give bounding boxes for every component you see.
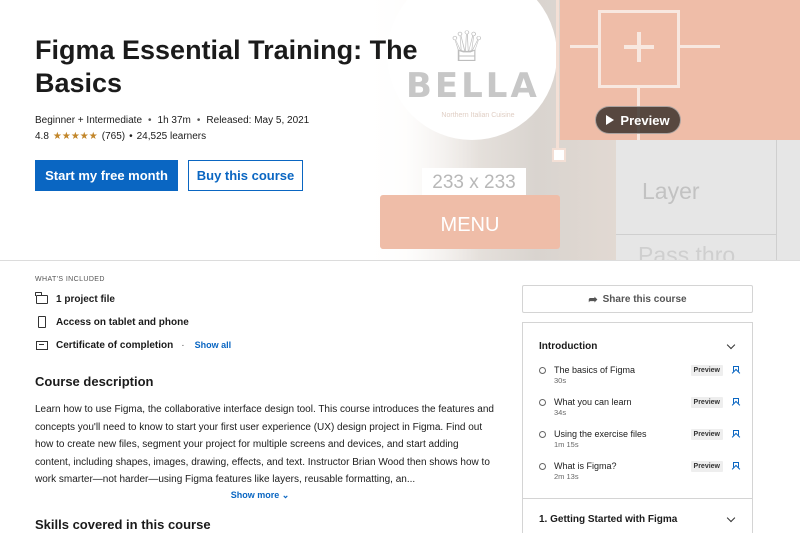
start-free-month-button[interactable]: Start my free month <box>35 160 178 191</box>
art-menu-button: MENU <box>380 195 560 249</box>
star-rating-icon: ★★★★★ <box>52 131 98 142</box>
lesson-status-icon <box>539 463 546 470</box>
lesson-duration: 2m 13s <box>554 472 579 481</box>
course-level: Beginner + Intermediate <box>35 115 143 126</box>
toc-section-introduction[interactable]: Introduction <box>539 340 737 352</box>
art-resize-handle <box>552 148 566 162</box>
course-duration: 1h 37m <box>157 115 191 126</box>
lesson-item[interactable]: What you can learn 34s Preview <box>539 397 739 429</box>
share-course-button[interactable]: ➦ Share this course <box>522 285 753 313</box>
folder-icon <box>35 291 48 304</box>
art-line <box>570 45 598 48</box>
included-item-label: Certificate of completion <box>56 339 174 351</box>
whats-included-label: WHAT'S INCLUDED <box>35 276 105 283</box>
skills-heading: Skills covered in this course <box>35 516 211 532</box>
course-description-heading: Course description <box>35 374 154 389</box>
bookmark-icon[interactable] <box>733 398 739 406</box>
bookmark-icon[interactable] <box>733 430 739 438</box>
course-released: Released: May 5, 2021 <box>206 115 310 126</box>
lesson-title: What is Figma? <box>554 461 617 471</box>
lesson-title: The basics of Figma <box>554 365 636 375</box>
toc-section-title: Introduction <box>539 341 598 352</box>
plus-icon <box>637 32 641 62</box>
art-layer-label: Layer <box>642 178 700 204</box>
hero-divider <box>0 260 800 261</box>
lesson-duration: 30s <box>554 376 567 385</box>
meta-separator: • <box>148 115 152 126</box>
rating-value: 4.8 <box>35 131 49 142</box>
lesson-duration: 1m 15s <box>554 440 579 449</box>
toc-section-title: 1. Getting Started with Figma <box>539 514 678 525</box>
hero-actions: Start my free month Buy this course <box>35 160 455 191</box>
included-item: Certificate of completion · Show all <box>35 338 495 352</box>
included-item-label: Access on tablet and phone <box>56 316 189 328</box>
included-item-label: 1 project file <box>56 293 115 305</box>
meta-separator: • <box>196 115 201 126</box>
table-of-contents: Introduction The basics of Figma 30s Pre… <box>522 322 753 533</box>
art-line <box>556 0 559 160</box>
bookmark-icon[interactable] <box>733 462 739 470</box>
meta-separator: • <box>129 131 133 142</box>
show-all-link[interactable]: Show all <box>195 340 232 350</box>
show-more-button[interactable]: Show more ⌄ <box>35 490 485 501</box>
art-line <box>680 45 720 48</box>
art-pass-label: Pass thro <box>638 242 736 260</box>
certificate-icon <box>35 340 48 350</box>
preview-button[interactable]: Preview <box>595 106 681 134</box>
lesson-status-icon <box>539 367 546 374</box>
tablet-icon <box>37 316 46 328</box>
lesson-item[interactable]: Using the exercise files 1m 15s Preview <box>539 429 739 461</box>
lesson-status-icon <box>539 431 546 438</box>
chevron-down-icon <box>726 340 736 350</box>
course-meta: Beginner + Intermediate • 1h 37m • Relea… <box>35 115 455 126</box>
lesson-duration: 34s <box>554 408 567 417</box>
review-count[interactable]: (765) <box>102 131 125 142</box>
play-icon <box>606 115 615 125</box>
hero-text: Figma Essential Training: The Basics Beg… <box>35 34 455 191</box>
preview-badge: Preview <box>690 397 723 408</box>
lesson-title: What you can learn <box>554 397 632 407</box>
bookmark-icon[interactable] <box>733 366 739 374</box>
course-details: WHAT'S INCLUDED 1 project file Access on… <box>35 276 495 532</box>
chevron-down-icon: ⌄ <box>281 489 290 500</box>
lesson-title: Using the exercise files <box>554 429 647 439</box>
share-icon: ➦ <box>588 293 598 306</box>
preview-badge: Preview <box>690 429 723 440</box>
learner-count: 24,525 learners <box>136 131 207 142</box>
show-more-label: Show more <box>230 489 280 500</box>
meta-separator: · <box>181 339 185 351</box>
toc-divider <box>523 498 752 499</box>
art-line <box>616 234 776 235</box>
lesson-status-icon <box>539 399 546 406</box>
lesson-item[interactable]: The basics of Figma 30s Preview <box>539 365 739 397</box>
preview-badge: Preview <box>690 365 723 376</box>
lesson-item[interactable]: What is Figma? 2m 13s Preview <box>539 461 739 493</box>
buy-course-button[interactable]: Buy this course <box>188 160 303 191</box>
course-description-text: Learn how to use Figma, the collaborativ… <box>35 404 494 485</box>
included-item: 1 project file <box>35 291 495 306</box>
rating-row: 4.8 ★★★★★ (765) • 24,525 learners <box>35 131 455 142</box>
preview-badge: Preview <box>690 461 723 472</box>
course-hero: ♕ BELLA Northern Italian Cuisine 233 x 2… <box>0 0 800 260</box>
chevron-down-icon <box>726 513 736 523</box>
lesson-list: The basics of Figma 30s Preview What you… <box>539 365 739 493</box>
preview-label: Preview <box>620 112 670 128</box>
toc-section-getting-started[interactable]: 1. Getting Started with Figma <box>539 513 737 525</box>
included-item: Access on tablet and phone <box>35 315 495 329</box>
share-label: Share this course <box>602 293 687 305</box>
art-line <box>776 140 777 260</box>
course-title: Figma Essential Training: The Basics <box>35 35 418 98</box>
